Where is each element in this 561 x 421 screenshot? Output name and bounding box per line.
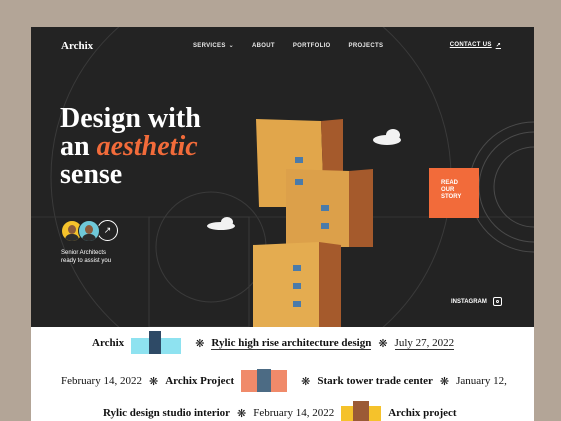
marquee-item: Rylic high rise architecture design xyxy=(211,336,372,350)
marquee-item: February 14, 2022 xyxy=(253,407,335,419)
headline-accent: aesthetic xyxy=(96,131,198,162)
marquee-row-2: February 14, 2022 ❋ Archix Project ❋ Sta… xyxy=(31,369,534,393)
top-nav: SERVICES ⌄ ABOUT PORTFOLIO PROJECTS xyxy=(193,42,401,50)
read-line-3: STORY xyxy=(441,194,462,200)
marquee-item: Stark tower trade center xyxy=(317,375,433,387)
architect-avatars: ↗ xyxy=(61,220,118,242)
separator-icon: ❋ xyxy=(195,337,205,350)
marquee-item: January 12, xyxy=(456,375,507,387)
nav-services-label: SERVICES xyxy=(193,42,226,49)
separator-icon: ❋ xyxy=(439,375,450,388)
marquee-row-3: Rylic design studio interior ❋ February … xyxy=(31,401,534,421)
page-frame: Archix SERVICES ⌄ ABOUT PORTFOLIO PROJEC… xyxy=(31,27,534,421)
marquee-item: Archix xyxy=(92,337,125,349)
separator-icon: ❋ xyxy=(378,337,388,350)
marquee-item: Archix project xyxy=(388,407,457,419)
instagram-link[interactable]: INSTAGRAM xyxy=(451,297,502,306)
marquee-item: February 14, 2022 xyxy=(61,375,142,387)
arrow-button[interactable]: ↗ xyxy=(97,220,118,241)
instagram-icon xyxy=(492,297,502,306)
marquee-item: Archix Project xyxy=(165,375,235,387)
contact-us-label: CONTACT US xyxy=(449,42,492,48)
nav-portfolio[interactable]: PORTFOLIO xyxy=(293,42,331,49)
senior-architects-text: Senior Architects ready to assist you xyxy=(61,249,111,265)
avatar xyxy=(78,220,100,242)
nav-services[interactable]: SERVICES ⌄ xyxy=(193,42,234,50)
marquee-row-1: Archix ❋ Rylic high rise architecture de… xyxy=(31,331,534,355)
senior-line-2: ready to assist you xyxy=(61,258,112,264)
building-thumbnail xyxy=(131,331,182,354)
nav-about[interactable]: ABOUT xyxy=(252,42,275,49)
building-illustration xyxy=(253,119,373,327)
headline-line-3: sense xyxy=(60,159,123,190)
read-line-1: READ xyxy=(441,180,459,186)
hero-section: Archix SERVICES ⌄ ABOUT PORTFOLIO PROJEC… xyxy=(31,27,534,327)
senior-line-1: Senior Architects xyxy=(61,250,107,256)
headline-line-1: Design with xyxy=(60,103,201,134)
contact-us-link[interactable]: CONTACT US ↗ xyxy=(450,42,501,49)
building-thumbnail xyxy=(241,369,288,392)
chevron-down-icon: ⌄ xyxy=(228,43,234,49)
arrow-up-right-icon: ↗ xyxy=(103,225,112,235)
brand-logo[interactable]: Archix xyxy=(61,40,93,52)
arrow-up-right-icon: ↗ xyxy=(495,43,501,49)
building-thumbnail xyxy=(341,401,382,421)
headline-line-2: an aesthetic xyxy=(60,133,201,161)
instagram-label: INSTAGRAM xyxy=(451,298,487,305)
nav-projects[interactable]: PROJECTS xyxy=(349,42,384,49)
read-line-2: OUR xyxy=(441,187,455,193)
separator-icon: ❋ xyxy=(301,375,311,388)
hero-headline: Design with an aesthetic sense xyxy=(60,105,201,189)
marquee-item: July 27, 2022 xyxy=(394,336,455,350)
separator-icon: ❋ xyxy=(148,375,159,388)
headline-an: an xyxy=(60,131,90,162)
separator-icon: ❋ xyxy=(237,407,247,420)
marquee-item: Rylic design studio interior xyxy=(103,407,231,419)
read-our-story-button[interactable]: READ OUR STORY xyxy=(429,168,479,218)
